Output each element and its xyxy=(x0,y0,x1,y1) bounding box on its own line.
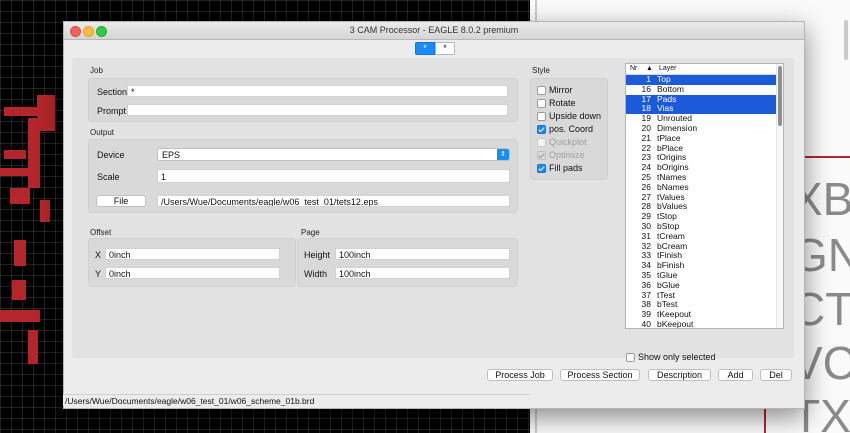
checkbox-label: Upside down xyxy=(549,111,602,121)
checkmark-icon xyxy=(537,164,546,174)
checkbox-box xyxy=(537,138,546,148)
checkbox-label: Show only selected xyxy=(638,352,716,362)
checkbox-label: Quickplot xyxy=(549,137,587,147)
prompt-input[interactable] xyxy=(127,104,508,116)
style-group-label: Style xyxy=(532,66,550,75)
tab-section-1[interactable]: * xyxy=(415,42,435,55)
offset-x-label: X xyxy=(95,250,102,260)
layer-list-scrollbar[interactable] xyxy=(776,64,783,328)
pcb-trace xyxy=(40,200,50,222)
schematic-wire xyxy=(802,156,850,158)
upside-down-checkbox[interactable]: Upside down xyxy=(537,111,601,123)
style-group: Mirror Rotate Upside down pos. Coord Qui… xyxy=(530,78,608,180)
process-job-button[interactable]: Process Job xyxy=(487,369,553,381)
checkbox-label: Mirror xyxy=(549,85,573,95)
pcb-trace xyxy=(4,150,26,159)
offset-y-input[interactable]: 0inch xyxy=(105,267,280,279)
pcb-trace xyxy=(28,330,38,364)
checkbox-box xyxy=(626,353,635,363)
checkbox-box xyxy=(537,112,546,122)
page-width-input[interactable]: 100inch xyxy=(335,267,510,279)
checkbox-label: Fill pads xyxy=(549,163,583,173)
tab-section-2[interactable]: * xyxy=(435,42,455,55)
scale-input[interactable]: 1 xyxy=(157,169,510,183)
column-layer-header[interactable]: Layer xyxy=(659,64,677,73)
show-only-selected-checkbox[interactable]: Show only selected xyxy=(626,352,716,364)
rotate-checkbox[interactable]: Rotate xyxy=(537,98,576,110)
pcb-trace xyxy=(4,107,44,116)
offset-y-label: Y xyxy=(95,269,102,279)
offset-group: X 0inch Y 0inch xyxy=(88,238,296,287)
page-group-label: Page xyxy=(301,228,320,237)
pcb-trace xyxy=(0,310,40,322)
description-button[interactable]: Description xyxy=(648,369,711,381)
job-group-label: Job xyxy=(90,66,103,75)
layer-number: 40 xyxy=(641,318,651,329)
sort-up-icon[interactable]: ▲ xyxy=(646,64,653,73)
offset-group-label: Offset xyxy=(90,228,112,237)
file-button[interactable]: File xyxy=(96,195,146,207)
scale-label: Scale xyxy=(97,172,120,182)
optimize-checkbox: Optimize xyxy=(537,150,585,162)
scrollbar-thumb[interactable] xyxy=(778,66,782,126)
section-input[interactable]: * xyxy=(127,85,508,97)
del-button[interactable]: Del xyxy=(760,369,792,381)
quickplot-checkbox: Quickplot xyxy=(537,137,587,149)
file-path-input[interactable]: /Users/Wue/Documents/eagle/w06_test_01/t… xyxy=(157,195,510,207)
device-select[interactable]: EPS ⇕ xyxy=(157,148,510,161)
pcb-trace xyxy=(28,118,40,188)
output-group: Device EPS ⇕ Scale 1 File /Users/Wue/Doc… xyxy=(88,139,518,213)
status-bar: /Users/Wue/Documents/eagle/w06_test_01/w… xyxy=(63,394,530,406)
checkbox-box xyxy=(537,99,546,109)
column-nr-header[interactable]: Nr xyxy=(630,64,637,73)
device-select-value: EPS xyxy=(162,150,181,160)
fill-pads-checkbox[interactable]: Fill pads xyxy=(537,163,583,175)
prompt-label: Prompt xyxy=(97,106,127,116)
layer-name: bKeepout xyxy=(657,318,694,329)
layer-list[interactable]: Nr ▲ Layer 1 Top 16 Bottom 17 Pads 18 Vias 19 Unr… xyxy=(625,63,784,329)
checkmark-icon xyxy=(537,151,546,161)
schematic-scrollbar[interactable] xyxy=(844,20,848,60)
schematic-wire xyxy=(764,405,766,433)
checkbox-box xyxy=(537,86,546,96)
window-title: 3 CAM Processor - EAGLE 8.0.2 premium xyxy=(349,25,519,35)
checkbox-label: pos. Coord xyxy=(549,124,594,134)
pcb-trace xyxy=(14,240,26,266)
pcb-trace xyxy=(10,188,30,204)
output-group-label: Output xyxy=(90,128,115,137)
page-width-label: Width xyxy=(304,269,328,279)
pcb-trace xyxy=(0,168,30,176)
page-height-label: Height xyxy=(304,250,331,260)
process-section-button[interactable]: Process Section xyxy=(560,369,640,381)
add-button[interactable]: Add xyxy=(718,369,753,381)
page-height-input[interactable]: 100inch xyxy=(335,248,510,260)
section-tabs: * * xyxy=(415,42,455,55)
window-titlebar[interactable]: 3 CAM Processor - EAGLE 8.0.2 premium xyxy=(64,22,804,40)
chevron-updown-icon: ⇕ xyxy=(497,149,509,160)
layer-rows: 1 Top 16 Bottom 17 Pads 18 Vias 19 Unrouted 20 Dime… xyxy=(626,74,776,329)
mirror-checkbox[interactable]: Mirror xyxy=(537,85,573,97)
job-group: Section * Prompt xyxy=(88,78,518,122)
checkbox-label: Rotate xyxy=(549,98,576,108)
section-panel: Job Section * Prompt Output Device EPS ⇕… xyxy=(72,58,794,363)
offset-x-input[interactable]: 0inch xyxy=(105,248,280,260)
device-label: Device xyxy=(97,150,125,160)
cam-processor-window: 3 CAM Processor - EAGLE 8.0.2 premium * … xyxy=(63,21,805,409)
layer-row[interactable]: 40 bKeepout xyxy=(626,318,776,329)
pcb-trace xyxy=(12,280,26,300)
section-label: Section xyxy=(97,87,128,97)
checkmark-icon xyxy=(537,125,546,135)
page-group: Height 100inch Width 100inch xyxy=(297,238,518,287)
checkbox-label: Optimize xyxy=(549,150,585,160)
pos-coord-checkbox[interactable]: pos. Coord xyxy=(537,124,593,136)
